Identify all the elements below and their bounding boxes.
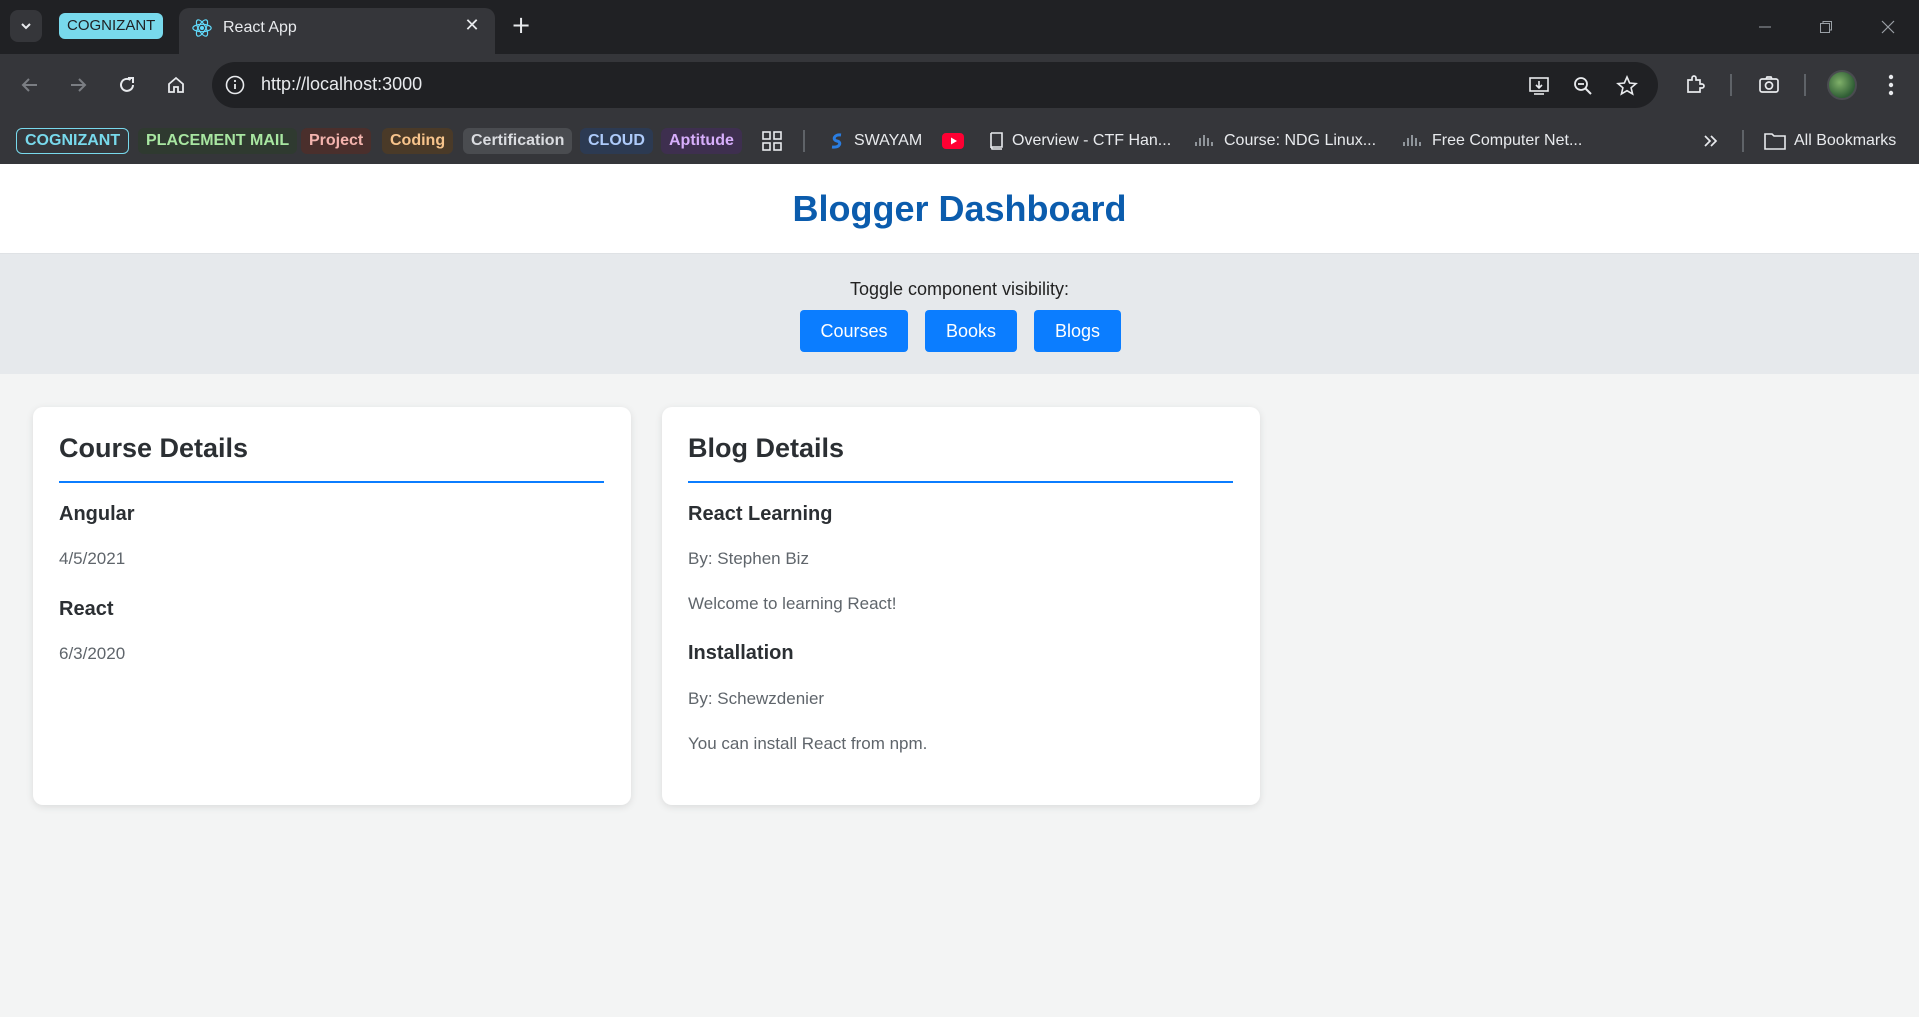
swayam-icon	[831, 133, 842, 149]
bookmark-folder-cognizant[interactable]: COGNIZANT	[16, 128, 130, 154]
browser-toolbar: http://localhost:3000	[0, 54, 1919, 116]
tab-search-button[interactable]	[10, 10, 42, 42]
forward-icon[interactable]	[62, 69, 94, 101]
bookmark-folder-project[interactable]: Project	[301, 128, 372, 154]
course-name: Angular	[59, 503, 135, 525]
bookmark-label: Free Computer Net...	[1432, 132, 1583, 149]
more-bookmarks-icon[interactable]	[1703, 128, 1719, 154]
toggle-label: Toggle component visibility:	[849, 279, 1070, 299]
apps-grid-icon[interactable]	[762, 128, 782, 154]
chevron-down-icon	[21, 23, 31, 30]
bookmark-folder-coding[interactable]: Coding	[382, 128, 454, 154]
blog-details-heading: Blog Details	[688, 433, 845, 463]
menu-kebab-icon[interactable]	[1877, 71, 1905, 99]
reload-icon[interactable]	[111, 69, 143, 101]
course-details-card: Course Details Angular 4/5/2021 React 6/…	[33, 407, 631, 805]
blog-author: By: Schewzdenier	[688, 689, 825, 708]
books-toggle-button[interactable]: Books	[925, 310, 1017, 352]
course-date: 6/3/2020	[59, 644, 126, 663]
page-viewport: Blogger Dashboard Toggle component visib…	[0, 164, 1919, 1017]
blog-body: You can install React from npm.	[688, 734, 928, 753]
restore-icon[interactable]	[1806, 12, 1846, 42]
blog-details-card: Blog Details React Learning By: Stephen …	[662, 407, 1260, 805]
heading-underline	[59, 481, 604, 483]
home-icon[interactable]	[160, 69, 192, 101]
course-name: React	[59, 598, 114, 620]
all-bookmarks-label: All Bookmarks	[1794, 132, 1897, 149]
site-info-icon[interactable]	[224, 74, 246, 96]
toggle-panel: Toggle component visibility: Courses Boo…	[0, 254, 1919, 374]
active-tab[interactable]: React App ✕	[179, 8, 495, 54]
close-tab-icon[interactable]: ✕	[461, 15, 483, 37]
blog-title: Installation	[688, 642, 794, 664]
bookmark-ctf-handbook[interactable]: Overview - CTF Han...	[988, 128, 1171, 154]
bookmark-label: Course: NDG Linux...	[1224, 132, 1377, 149]
bookmark-label: Overview - CTF Han...	[1012, 132, 1172, 149]
url-text[interactable]: http://localhost:3000	[261, 74, 422, 95]
bookmark-ndg-linux[interactable]: Course: NDG Linux...	[1194, 128, 1376, 154]
blog-title: React Learning	[688, 503, 833, 525]
close-window-icon[interactable]	[1868, 12, 1908, 42]
bookmarks-divider	[1742, 130, 1744, 152]
profile-avatar[interactable]	[1827, 70, 1857, 100]
book-icon	[990, 132, 1003, 150]
bookmarks-divider	[803, 130, 805, 152]
course-date: 4/5/2021	[59, 549, 126, 568]
blog-body: Welcome to learning React!	[688, 594, 897, 613]
bookmark-free-computer-net[interactable]: Free Computer Net...	[1402, 128, 1582, 154]
blog-author: By: Stephen Biz	[688, 549, 809, 568]
blogs-toggle-button[interactable]: Blogs	[1034, 310, 1121, 352]
toolbar-divider	[1804, 74, 1806, 96]
screenshot-icon[interactable]	[1755, 71, 1783, 99]
bookmark-folder-cloud[interactable]: CLOUD	[580, 128, 653, 154]
zoom-icon[interactable]	[1571, 74, 1595, 98]
courses-toggle-button[interactable]: Courses	[800, 310, 908, 352]
tab-group-label[interactable]: COGNIZANT	[59, 13, 164, 39]
bookmark-swayam[interactable]: SWAYAM	[828, 128, 922, 154]
folder-icon	[1764, 133, 1786, 150]
cisco-icon	[1195, 135, 1213, 146]
tab-title: React App	[223, 19, 297, 36]
bookmark-label: SWAYAM	[854, 132, 923, 149]
bookmark-folder-aptitude[interactable]: Aptitude	[661, 128, 742, 154]
app-header: Blogger Dashboard	[0, 164, 1919, 254]
heading-underline	[688, 481, 1233, 483]
extensions-icon[interactable]	[1681, 71, 1709, 99]
all-bookmarks-button[interactable]: All Bookmarks	[1764, 128, 1896, 154]
address-bar[interactable]: http://localhost:3000	[212, 62, 1658, 108]
youtube-icon	[942, 133, 964, 149]
browser-tabstrip: COGNIZANT React App ✕ +	[0, 0, 1919, 54]
course-details-heading: Course Details	[59, 433, 249, 463]
install-app-icon[interactable]	[1527, 74, 1551, 98]
minimize-icon[interactable]	[1745, 12, 1785, 42]
cisco-icon	[1403, 135, 1421, 146]
toolbar-divider	[1730, 74, 1732, 96]
react-icon	[192, 19, 212, 37]
bookmarks-bar: COGNIZANT PLACEMENT MAIL Project Coding …	[0, 116, 1919, 164]
bookmark-folder-placement-mail[interactable]: PLACEMENT MAIL	[138, 128, 298, 154]
bookmark-folder-certification[interactable]: Certification	[463, 128, 573, 154]
bookmark-youtube[interactable]	[942, 128, 964, 154]
page-title: Blogger Dashboard	[792, 188, 1127, 229]
new-tab-icon[interactable]: +	[508, 13, 534, 39]
back-icon[interactable]	[14, 69, 46, 101]
bookmark-star-icon[interactable]	[1615, 74, 1639, 98]
